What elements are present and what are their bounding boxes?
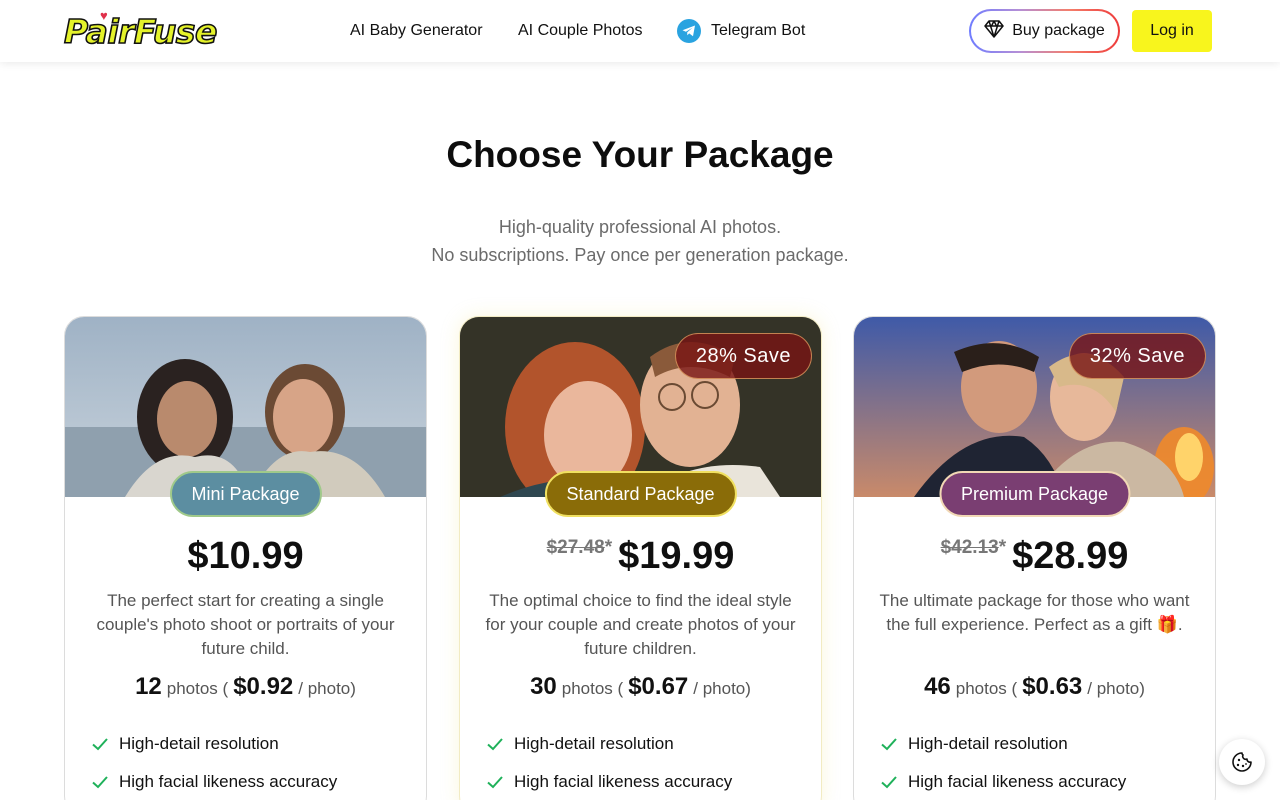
per-photo-price: $0.63 <box>1022 673 1083 700</box>
package-name-badge: Premium Package <box>938 471 1131 517</box>
price-row: $27.48* $19.99 <box>460 535 821 578</box>
check-icon <box>92 776 108 789</box>
feature-label: High facial likeness accuracy <box>119 772 338 791</box>
photos-count-line: 46 photos ( $0.63 / photo) <box>854 673 1215 701</box>
photos-count: 30 <box>530 673 557 700</box>
price-row: $10.99 <box>65 535 426 578</box>
package-price: $10.99 <box>187 535 304 577</box>
photos-word: photos ( <box>955 679 1018 698</box>
package-price: $28.99 <box>1012 535 1129 577</box>
price-row: $42.13* $28.99 <box>854 535 1215 578</box>
feature-label: High-detail resolution <box>514 734 674 753</box>
package-name-badge: Standard Package <box>544 471 737 517</box>
feature-list: High-detail resolution High facial liken… <box>486 725 732 800</box>
package-price: $19.99 <box>618 535 735 577</box>
per-photo-price: $0.92 <box>233 673 294 700</box>
feature-item: High-detail resolution <box>91 725 337 763</box>
nav-ai-baby-generator[interactable]: AI Baby Generator <box>350 0 483 62</box>
nav-telegram-bot-label: Telegram Bot <box>711 22 806 39</box>
heart-icon: ♥ <box>100 8 108 23</box>
per-photo-suffix: / photo) <box>693 679 751 698</box>
package-description: The perfect start for creating a single … <box>96 591 395 658</box>
page-title: Choose Your Package <box>446 134 834 175</box>
photos-count-line: 12 photos ( $0.92 / photo) <box>65 673 426 701</box>
feature-label: High facial likeness accuracy <box>908 772 1127 791</box>
nav-telegram-bot[interactable]: Telegram Bot <box>677 0 805 62</box>
package-name-badge: Mini Package <box>169 471 322 517</box>
buy-package-label: Buy package <box>1012 22 1105 39</box>
feature-list: High-detail resolution High facial liken… <box>91 725 337 800</box>
pairfuse-logo[interactable]: PairFuse ♥ <box>63 8 218 52</box>
package-card-premium[interactable]: 32% Save Premium Package $42.13* $28.99 … <box>853 316 1216 800</box>
per-photo-suffix: / photo) <box>298 679 356 698</box>
package-description: The optimal choice to find the ideal sty… <box>485 591 796 658</box>
per-photo-suffix: / photo) <box>1087 679 1145 698</box>
nav-ai-couple-photos[interactable]: AI Couple Photos <box>518 0 643 62</box>
couple-photo-mini <box>65 317 426 497</box>
per-photo-price: $0.67 <box>628 673 689 700</box>
buy-package-button[interactable]: Buy package <box>969 9 1120 53</box>
subtitle-line-2: No subscriptions. Pay once per generatio… <box>431 245 849 265</box>
save-badge: 32% Save <box>1068 333 1206 379</box>
feature-item: High facial likeness accuracy <box>486 763 732 800</box>
logo-text: PairFuse <box>63 11 218 52</box>
photos-word: photos ( <box>561 679 624 698</box>
nav-ai-baby-generator-label: AI Baby Generator <box>350 22 483 39</box>
photos-count: 12 <box>135 673 162 700</box>
photos-count-line: 30 photos ( $0.67 / photo) <box>460 673 821 701</box>
check-icon <box>487 776 503 789</box>
feature-item: High facial likeness accuracy <box>880 763 1126 800</box>
feature-item: High facial likeness accuracy <box>91 763 337 800</box>
package-description: The ultimate package for those who want … <box>879 591 1190 634</box>
old-price: $42.13* <box>940 537 1007 558</box>
package-card-standard[interactable]: 28% Save Standard Package $27.48* $19.99… <box>459 316 822 800</box>
save-badge: 28% Save <box>674 333 812 379</box>
check-icon <box>92 738 108 751</box>
feature-item: High-detail resolution <box>486 725 732 763</box>
old-price: $27.48* <box>546 537 613 558</box>
telegram-icon <box>677 19 701 43</box>
login-button[interactable]: Log in <box>1132 10 1212 52</box>
check-icon <box>487 738 503 751</box>
site-header: PairFuse ♥ AI Baby Generator AI Couple P… <box>0 0 1280 62</box>
feature-label: High facial likeness accuracy <box>514 772 733 791</box>
cookie-settings-button[interactable] <box>1219 739 1265 785</box>
nav-ai-couple-photos-label: AI Couple Photos <box>518 22 643 39</box>
check-icon <box>881 738 897 751</box>
package-card-mini[interactable]: Mini Package $10.99 The perfect start fo… <box>64 316 427 800</box>
photos-word: photos ( <box>166 679 229 698</box>
photos-count: 46 <box>924 673 951 700</box>
feature-item: High-detail resolution <box>880 725 1126 763</box>
subtitle-line-1: High-quality professional AI photos. <box>498 217 782 237</box>
diamond-icon <box>984 19 1004 43</box>
feature-label: High-detail resolution <box>119 734 279 753</box>
page-subtitle: High-quality professional AI photos. No … <box>0 213 1280 269</box>
check-icon <box>881 776 897 789</box>
cookie-icon <box>1232 752 1252 772</box>
feature-list: High-detail resolution High facial liken… <box>880 725 1126 800</box>
feature-label: High-detail resolution <box>908 734 1068 753</box>
